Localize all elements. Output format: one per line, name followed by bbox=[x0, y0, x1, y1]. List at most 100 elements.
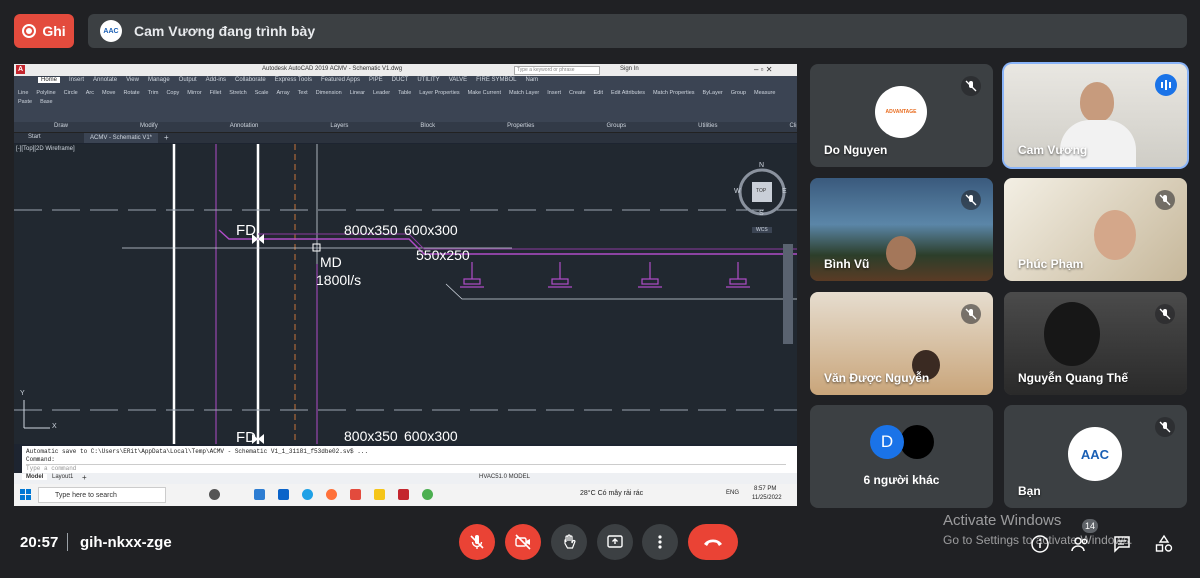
activities-icon[interactable] bbox=[1154, 534, 1174, 554]
participant-tile-you[interactable]: AAC Bạn bbox=[1004, 405, 1187, 508]
ribbon-tool-button[interactable]: Paste bbox=[18, 99, 32, 105]
new-tab-button[interactable]: + bbox=[164, 133, 169, 142]
participant-tile-do-nguyen[interactable]: ADVANTAGE Do Nguyen bbox=[810, 64, 993, 167]
drawing-canvas[interactable]: [-][Top][2D Wireframe] TOP N S E W WCS F… bbox=[14, 144, 797, 444]
menu-tab[interactable]: Express Tools bbox=[275, 77, 312, 83]
ribbon-tool-button[interactable]: Move bbox=[102, 90, 115, 96]
participant-tile-van-duoc-nguyen[interactable]: Văn Được Nguyễn bbox=[810, 292, 993, 395]
menu-tab[interactable]: UTILITY bbox=[417, 77, 439, 83]
presenting-banner[interactable]: AAC Cam Vương đang trình bày bbox=[88, 14, 1187, 48]
ribbon-tool-button[interactable]: Leader bbox=[373, 90, 390, 96]
ribbon-tool-button[interactable]: Rotate bbox=[123, 90, 139, 96]
ribbon-tool-button[interactable]: Dimension bbox=[316, 90, 342, 96]
sign-in-link[interactable]: Sign In bbox=[620, 66, 639, 72]
windows-start-icon[interactable] bbox=[20, 489, 31, 500]
end-call-button[interactable] bbox=[688, 524, 738, 560]
ribbon-tool-button[interactable]: ByLayer bbox=[703, 90, 723, 96]
viewcube-n[interactable]: N bbox=[759, 162, 764, 169]
participant-tile-cam-vuong[interactable]: Cam Vương bbox=[1004, 64, 1187, 167]
tab-layout1[interactable]: Layout1 bbox=[52, 474, 73, 480]
window-controls[interactable]: – ▫ ✕ bbox=[754, 65, 772, 74]
ribbon-tool-button[interactable]: Trim bbox=[148, 90, 159, 96]
ribbon-tool-button[interactable]: Polyline bbox=[36, 90, 55, 96]
calculator-icon[interactable] bbox=[254, 489, 265, 500]
participant-tile-phuc-pham[interactable]: Phúc Phạm bbox=[1004, 178, 1187, 281]
ribbon-tool-button[interactable]: Edit Attributes bbox=[611, 90, 645, 96]
ribbon-tool-button[interactable]: Match Layer bbox=[509, 90, 539, 96]
menu-tab[interactable]: Output bbox=[179, 77, 197, 83]
tab-model[interactable]: Model bbox=[22, 474, 48, 480]
menu-tab[interactable]: View bbox=[126, 77, 139, 83]
mic-toggle-button[interactable] bbox=[459, 524, 495, 560]
autocad-taskbar-icon[interactable] bbox=[398, 489, 409, 500]
people-icon[interactable] bbox=[1070, 534, 1090, 554]
info-icon[interactable] bbox=[1030, 534, 1050, 554]
ribbon-tool-button[interactable]: Insert bbox=[547, 90, 561, 96]
ribbon-tool-button[interactable]: Match Properties bbox=[653, 90, 695, 96]
ribbon-tool-button[interactable]: Mirror bbox=[187, 90, 201, 96]
menu-tab[interactable]: Insert bbox=[69, 77, 84, 83]
ribbon-tool-button[interactable]: Create bbox=[569, 90, 586, 96]
edge-icon[interactable] bbox=[302, 489, 313, 500]
ribbon-group-label[interactable]: Modify bbox=[140, 123, 158, 129]
ribbon-tool-button[interactable]: Group bbox=[731, 90, 746, 96]
menu-tab[interactable]: Collaborate bbox=[235, 77, 266, 83]
wcs-menu[interactable]: WCS bbox=[752, 227, 772, 233]
viewcube-s[interactable]: S bbox=[759, 210, 764, 217]
ribbon-group-label[interactable]: Groups bbox=[606, 123, 626, 129]
taskbar-date[interactable]: 11/25/2022 bbox=[752, 495, 782, 501]
menu-tab[interactable]: Featured Apps bbox=[321, 77, 360, 83]
menu-tab[interactable]: DUCT bbox=[392, 77, 409, 83]
viewcube-w[interactable]: W bbox=[734, 188, 741, 195]
ribbon-tool-button[interactable]: Scale bbox=[255, 90, 269, 96]
menu-tab[interactable]: FIRE SYMBOL bbox=[476, 77, 516, 83]
ribbon-group-label[interactable]: Clipboard bbox=[789, 123, 797, 129]
firefox-icon[interactable] bbox=[326, 489, 337, 500]
ribbon-tool-button[interactable]: Layer Properties bbox=[419, 90, 459, 96]
tab-schematic[interactable]: ACMV - Schematic V1* bbox=[84, 133, 159, 143]
menu-tab[interactable]: Home bbox=[38, 77, 61, 83]
ribbon-group-label[interactable]: Draw bbox=[54, 123, 68, 129]
explorer-icon[interactable] bbox=[374, 489, 385, 500]
ribbon-group-label[interactable]: Properties bbox=[507, 123, 534, 129]
ribbon-tool-button[interactable]: Fillet bbox=[210, 90, 222, 96]
ribbon-tool-button[interactable]: Base bbox=[40, 99, 53, 105]
ribbon-tool-button[interactable]: Arc bbox=[86, 90, 94, 96]
taskbar-time[interactable]: 8:57 PM bbox=[754, 486, 776, 492]
ribbon-tool-button[interactable]: Measure bbox=[754, 90, 775, 96]
participant-tile-others[interactable]: D 6 người khác bbox=[810, 405, 993, 508]
tab-start[interactable]: Start bbox=[28, 134, 41, 140]
autocad-search-input[interactable]: Type a keyword or phrase bbox=[514, 66, 600, 75]
viewcube-e[interactable]: E bbox=[782, 188, 787, 195]
ribbon-tool-button[interactable]: Text bbox=[298, 90, 308, 96]
task-view-icon[interactable] bbox=[209, 489, 220, 500]
menu-tab[interactable]: PIPE bbox=[369, 77, 383, 83]
ribbon-group-label[interactable]: Block bbox=[420, 123, 435, 129]
command-input[interactable]: Type a command bbox=[26, 464, 786, 473]
ribbon-tool-button[interactable]: Edit bbox=[594, 90, 603, 96]
ribbon-tool-button[interactable]: Stretch bbox=[229, 90, 246, 96]
viewcube-top[interactable]: TOP bbox=[756, 188, 766, 194]
ribbon-tool-button[interactable]: Copy bbox=[166, 90, 179, 96]
add-layout-button[interactable]: + bbox=[82, 473, 87, 482]
ribbon-tool-button[interactable]: Linear bbox=[350, 90, 365, 96]
language-indicator[interactable]: ENG bbox=[726, 490, 739, 496]
weather-text[interactable]: 28°C Có mây rải rác bbox=[580, 490, 643, 497]
menu-tab[interactable]: VALVE bbox=[449, 77, 467, 83]
meeting-code[interactable]: gih-nkxx-zge bbox=[80, 534, 172, 551]
present-screen-button[interactable] bbox=[597, 524, 633, 560]
menu-tab[interactable]: Nam bbox=[526, 77, 539, 83]
ribbon-tool-button[interactable]: Circle bbox=[64, 90, 78, 96]
more-options-button[interactable] bbox=[642, 524, 678, 560]
menu-tab[interactable]: Manage bbox=[148, 77, 170, 83]
taskbar-search-input[interactable]: Type here to search bbox=[38, 487, 166, 503]
camera-toggle-button[interactable] bbox=[505, 524, 541, 560]
ribbon-tool-button[interactable]: Table bbox=[398, 90, 411, 96]
app-icon[interactable] bbox=[350, 489, 361, 500]
chat-icon[interactable] bbox=[1112, 534, 1132, 554]
ribbon-tool-button[interactable]: Make Current bbox=[468, 90, 501, 96]
menu-tab[interactable]: Annotate bbox=[93, 77, 117, 83]
mail-icon[interactable] bbox=[278, 489, 289, 500]
ribbon-tool-button[interactable]: Line bbox=[18, 90, 28, 96]
participant-tile-nguyen-quang-the[interactable]: Nguyễn Quang Thế bbox=[1004, 292, 1187, 395]
